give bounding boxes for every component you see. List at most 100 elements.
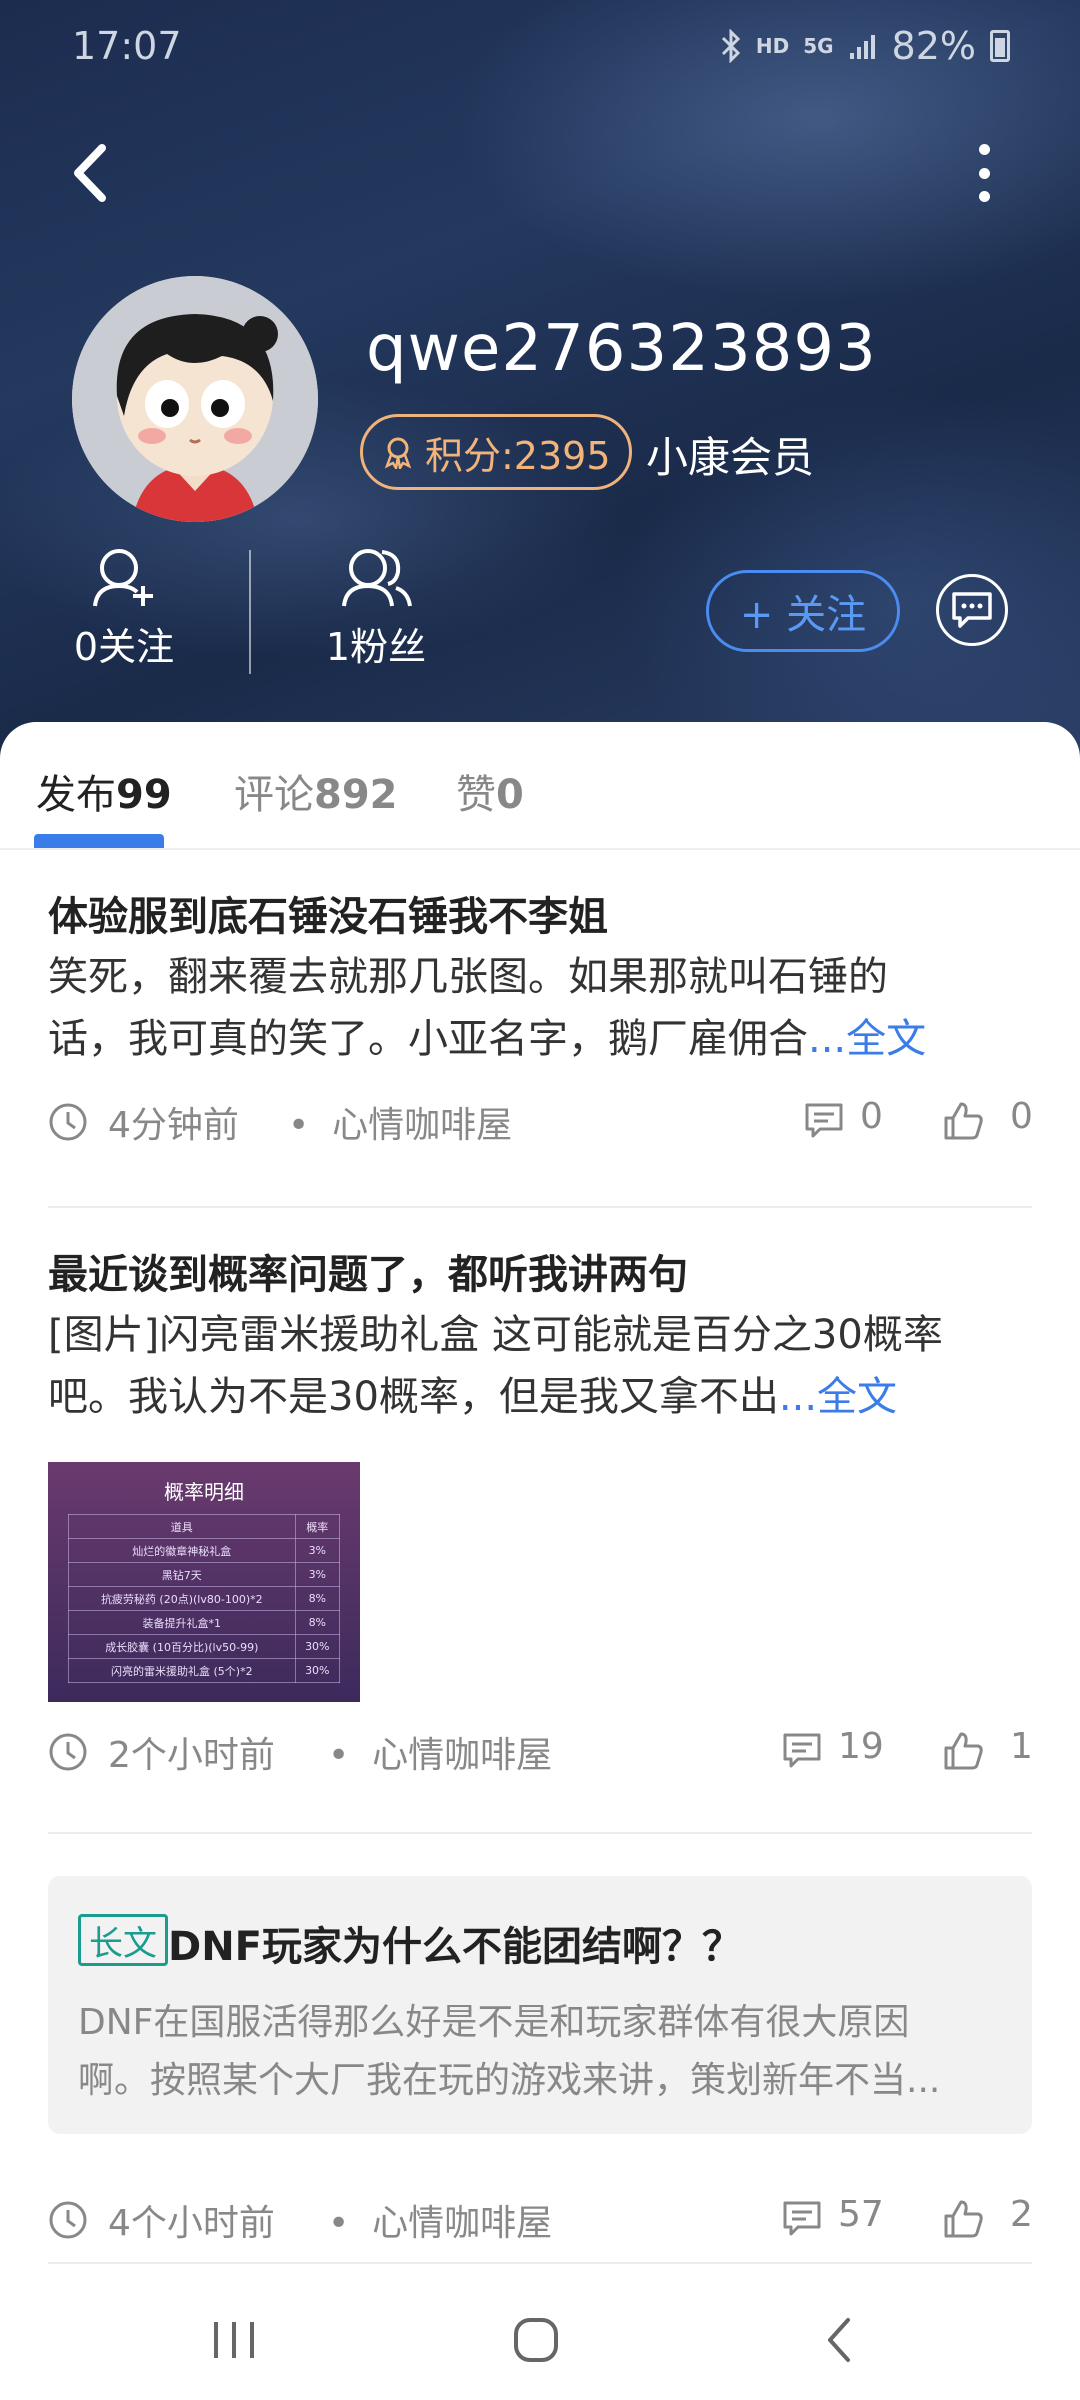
tab-likes[interactable]: 赞0 (456, 762, 524, 820)
tab-posts-count: 99 (116, 772, 172, 818)
probability-cell: 闪亮的雷米援助礼盒 (5个)*2 (68, 1658, 296, 1683)
probability-row: 道具 概率 (68, 1514, 341, 1539)
probability-cell: 概率 (294, 1514, 341, 1539)
username: qwe276323893 (366, 312, 877, 386)
comment-icon[interactable] (804, 1102, 844, 1140)
bluetooth-icon (721, 29, 740, 63)
home-icon[interactable] (506, 2310, 566, 2370)
long-article-tag: 长文 (78, 1914, 168, 1966)
cartoon-avatar-icon (72, 276, 318, 522)
system-nav-bar (0, 2270, 1080, 2400)
fans-count: 1粉丝 (325, 625, 427, 669)
comment-count: 19 (838, 1726, 884, 1767)
long-article-title: DNF玩家为什么不能团结啊？？ (168, 1924, 743, 1970)
like-count: 2 (1010, 2194, 1033, 2235)
tab-comments[interactable]: 评论892 (234, 762, 398, 820)
comment-icon[interactable] (782, 2200, 822, 2238)
post-divider (48, 1206, 1032, 1208)
status-time: 17:07 (72, 24, 182, 68)
tab-bar: 发布99 评论892 赞0 (0, 722, 1080, 850)
points-badge[interactable]: 积分:2395 (360, 414, 632, 490)
back-nav-icon[interactable] (810, 2310, 870, 2370)
tab-comments-count: 892 (314, 772, 398, 818)
post-excerpt: 笑死，翻来覆去就那几张图。如果那就叫石锤的 话，我可真的笑了。小亚名字，鹅厂雇佣… (48, 954, 927, 1062)
post-excerpt: [图片]闪亮雷米援助礼盒 这可能就是百分之30概率 吧。我认为不是30概率，但是… (48, 1312, 943, 1420)
content-panel: 发布99 评论892 赞0 体验服到底石锤没石锤我不李姐 笑死，翻来覆去就那几张… (0, 722, 1080, 2400)
probability-cell: 8% (294, 1586, 341, 1611)
probability-cell: 3% (294, 1538, 341, 1563)
follow-button[interactable]: + 关注 (706, 570, 900, 652)
post-source: • 心情咖啡屋 (328, 2203, 553, 2244)
clock-icon (49, 1103, 87, 1141)
like-count: 1 (1010, 1726, 1033, 1767)
probability-row: 成长胶囊 (10百分比)(lv50-99) 30% (68, 1634, 341, 1659)
comment-icon[interactable] (782, 1732, 822, 1770)
post-time: 4分钟前 (108, 1105, 239, 1146)
following-count: 0关注 (73, 625, 175, 669)
like-count: 0 (1010, 1096, 1033, 1137)
clock-icon (49, 2201, 87, 2239)
read-more-link[interactable]: ...全文 (808, 1016, 926, 1062)
long-article-card[interactable]: 长文 DNF玩家为什么不能团结啊？？ DNF在国服活得那么好是不是和玩家群体有很… (48, 1876, 1032, 2134)
probability-table: 道具 概率 灿烂的徽章神秘礼盒 3% 黑钻7天 3% 抗疲劳秘药 (20点)(lv80-10… (68, 1514, 341, 1683)
following-stat[interactable]: 0关注 (24, 546, 224, 671)
stat-divider (249, 550, 251, 674)
like-icon[interactable] (942, 2198, 984, 2240)
avatar[interactable] (72, 276, 318, 522)
post-meta: 2个小时前 • 心情咖啡屋 19 1 (48, 1726, 1033, 1776)
post-source: • 心情咖啡屋 (328, 1735, 553, 1776)
comment-count: 57 (838, 2194, 884, 2235)
battery-icon (990, 30, 1010, 62)
post-meta: 4个小时前 • 心情咖啡屋 57 2 (48, 2194, 1033, 2244)
post-divider (48, 1832, 1032, 1834)
probability-cell: 8% (294, 1610, 341, 1635)
read-more-link[interactable]: ...全文 (779, 1374, 897, 1420)
probability-row: 灿烂的徽章神秘礼盒 3% (68, 1538, 341, 1563)
more-button[interactable] (960, 138, 1008, 208)
probability-row: 黑钻7天 3% (68, 1562, 341, 1587)
post-item[interactable]: 最近谈到概率问题了，都听我讲两句 [图片]闪亮雷米援助礼盒 这可能就是百分之30… (48, 1246, 1033, 1776)
post-title: 体验服到底石锤没石锤我不李姐 (48, 894, 608, 940)
signal-icon (849, 35, 875, 59)
message-icon (952, 592, 992, 628)
probability-cell: 黑钻7天 (68, 1562, 296, 1587)
probability-cell: 道具 (68, 1514, 296, 1539)
recent-apps-icon[interactable] (204, 2310, 264, 2370)
thumbnail-title: 概率明细 (164, 1480, 244, 1504)
active-tab-indicator (34, 834, 164, 848)
post-meta: 4分钟前 • 心情咖啡屋 0 0 (48, 1096, 1033, 1146)
probability-cell: 成长胶囊 (10百分比)(lv50-99) (68, 1634, 296, 1659)
post-divider (48, 2262, 1032, 2264)
clock-icon (49, 1733, 87, 1771)
probability-cell: 抗疲劳秘药 (20点)(lv80-100)*2 (68, 1586, 296, 1611)
probability-row: 抗疲劳秘药 (20点)(lv80-100)*2 8% (68, 1586, 341, 1611)
back-button[interactable] (62, 138, 122, 208)
like-icon[interactable] (942, 1100, 984, 1142)
medal-icon (384, 437, 412, 469)
tab-posts[interactable]: 发布99 (36, 762, 172, 820)
fans-stat[interactable]: 1粉丝 (276, 546, 476, 671)
probability-cell: 30% (294, 1658, 341, 1683)
signal-type: 5G (803, 34, 834, 58)
post-title: 最近谈到概率问题了，都听我讲两句 (48, 1252, 688, 1298)
like-icon[interactable] (942, 1730, 984, 1772)
fans-icon (342, 549, 412, 607)
probability-cell: 装备提升礼盒*1 (68, 1610, 296, 1635)
more-icon (978, 144, 990, 155)
probability-cell: 灿烂的徽章神秘礼盒 (68, 1538, 296, 1563)
profile-header: 17:07 HD 5G 82% qwe276323893 积分:2395 小康会… (0, 0, 1080, 760)
probability-cell: 30% (294, 1634, 341, 1659)
post-time: 2个小时前 (108, 1735, 275, 1776)
comment-count: 0 (860, 1096, 883, 1137)
post-item[interactable]: 体验服到底石锤没石锤我不李姐 笑死，翻来覆去就那几张图。如果那就叫石锤的 话，我… (48, 888, 1033, 1146)
message-button[interactable] (936, 574, 1008, 646)
probability-row: 装备提升礼盒*1 8% (68, 1610, 341, 1635)
long-article-excerpt: DNF在国服活得那么好是不是和玩家群体有很大原因 啊。按照某个大厂我在玩的游戏来… (78, 2002, 941, 2101)
back-icon (74, 144, 106, 202)
probability-row: 闪亮的雷米援助礼盒 (5个)*2 30% (68, 1658, 341, 1683)
post-thumbnail[interactable]: 概率明细 道具 概率 灿烂的徽章神秘礼盒 3% 黑钻7天 3% 抗疲劳秘药 (20点)(lv… (48, 1462, 360, 1702)
post-time: 4个小时前 (108, 2203, 275, 2244)
member-level: 小康会员 (646, 433, 815, 482)
network-type: HD (755, 34, 790, 58)
add-user-icon (93, 549, 153, 607)
